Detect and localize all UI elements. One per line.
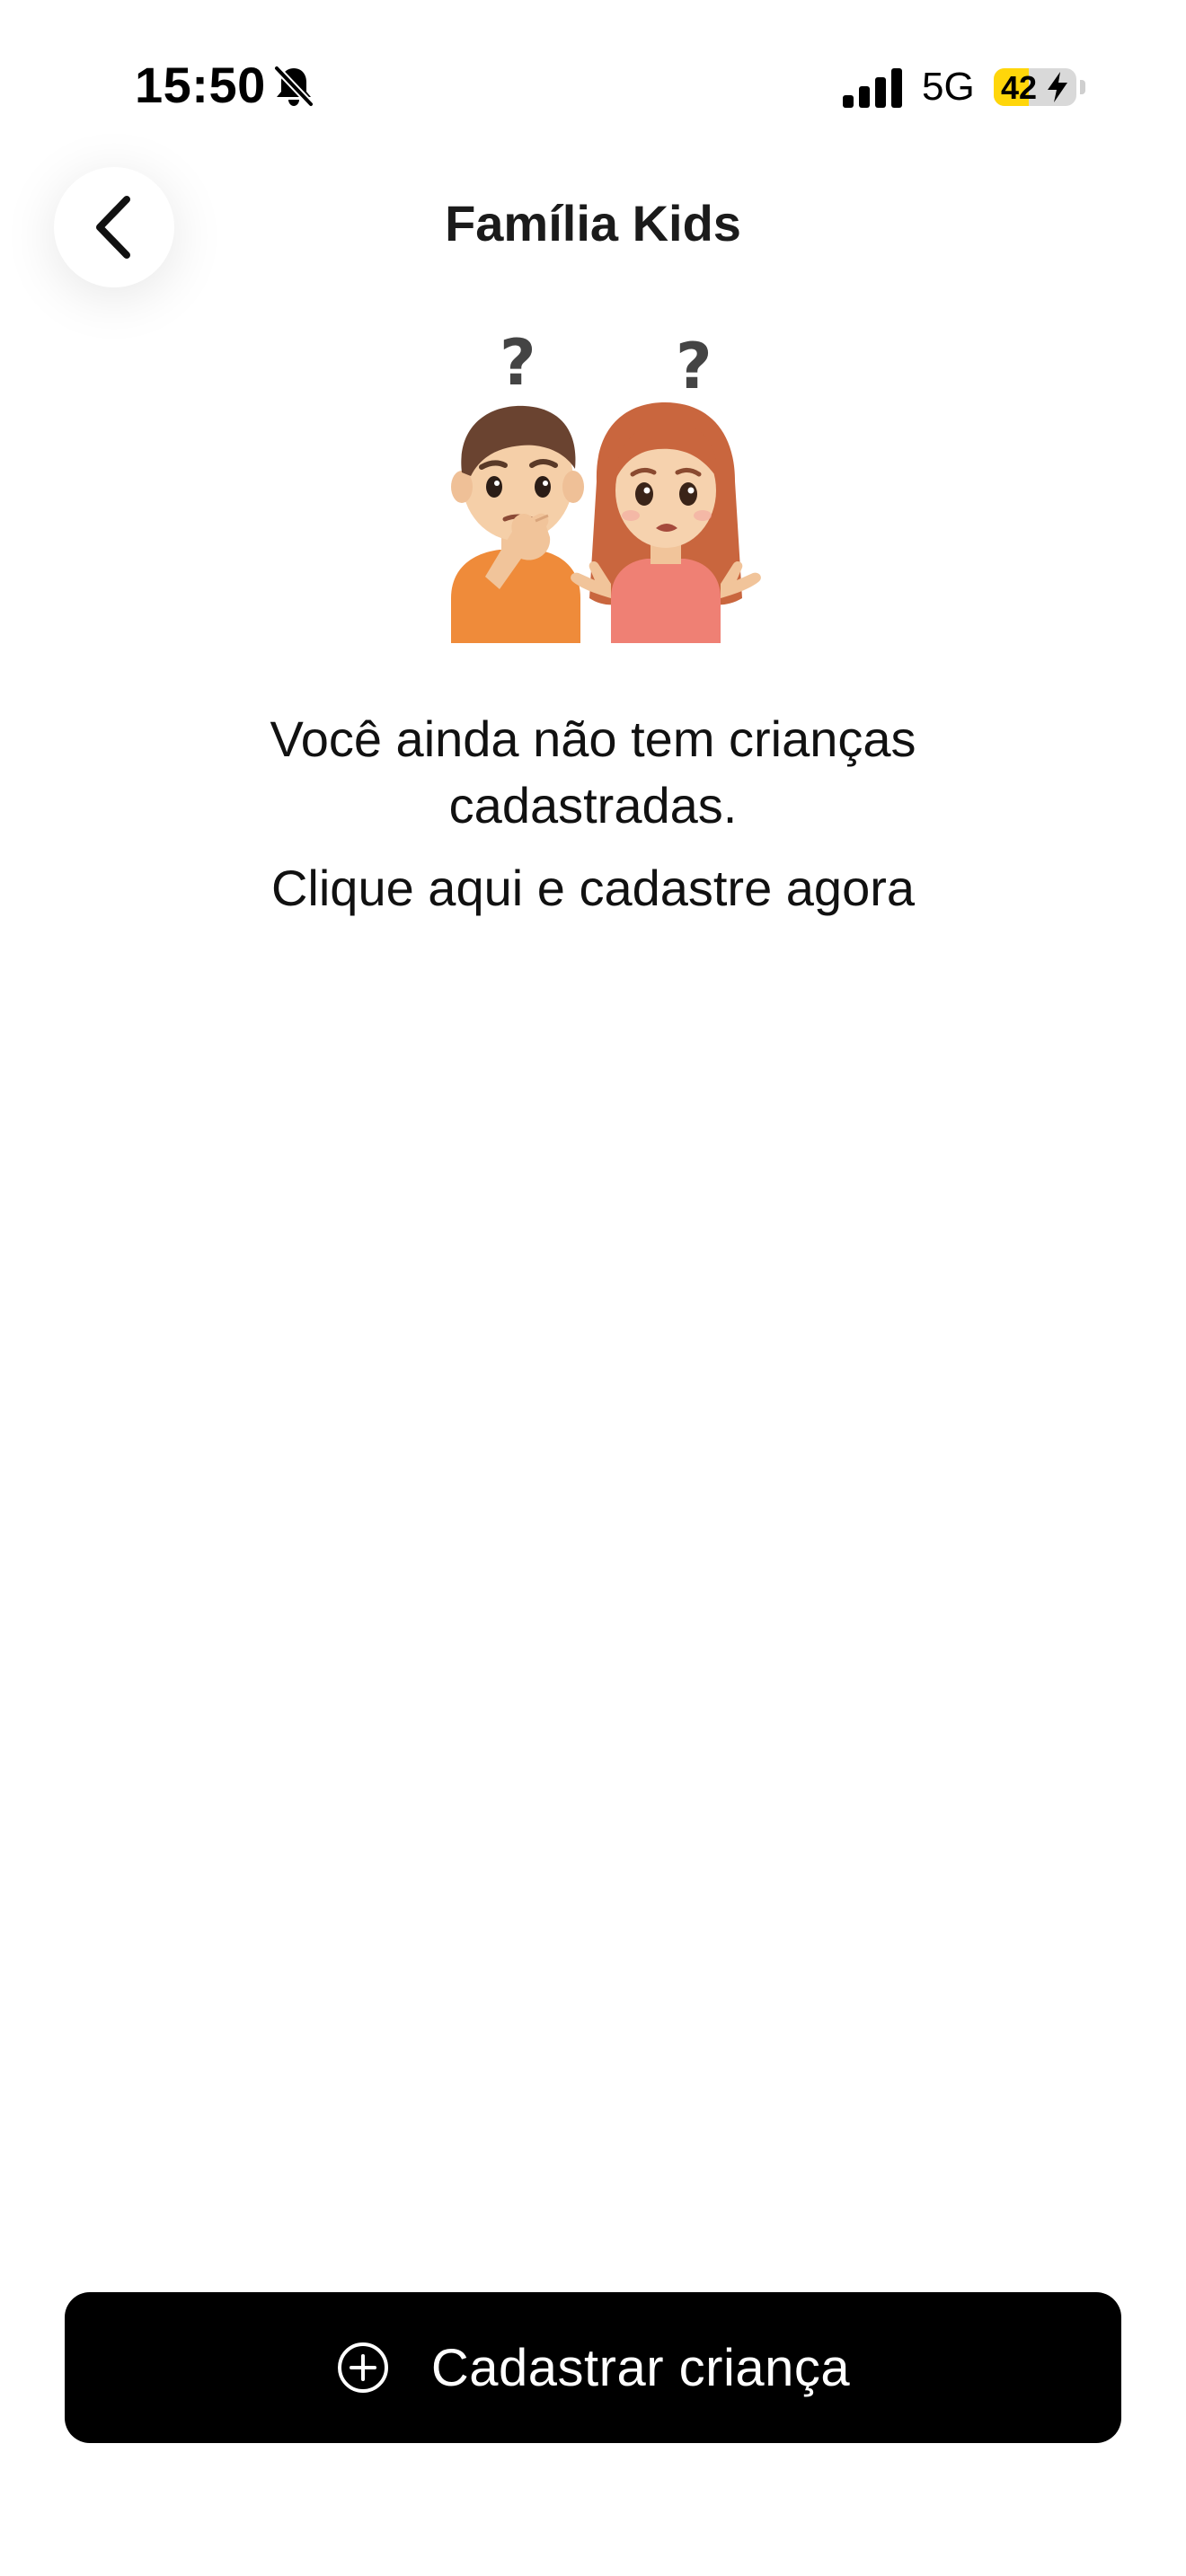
plus-circle-icon (337, 2342, 388, 2393)
battery-tip (1080, 80, 1085, 94)
confused-kids-illustration: ? ? (451, 329, 761, 643)
app-screen: 15:50 5G 42 Família Kids ? ? Você ainda … (0, 0, 1186, 2576)
question-mark-right: ? (676, 330, 712, 403)
cellular-signal-icon (843, 68, 902, 108)
add-child-button[interactable]: Cadastrar criança (65, 2292, 1121, 2443)
status-bar: 15:50 5G 42 (0, 0, 1186, 171)
charging-bolt-icon (1048, 72, 1067, 102)
battery-percentage: 42 (1001, 69, 1038, 106)
question-mark-left: ? (500, 329, 536, 400)
boy-figure (451, 405, 584, 643)
network-type-label: 5G (922, 65, 975, 109)
add-child-button-label: Cadastrar criança (430, 2338, 851, 2397)
status-time: 15:50 (135, 57, 266, 113)
girl-figure (571, 402, 761, 643)
empty-state-message: Você ainda não tem crianças cadastradas. (270, 710, 916, 834)
bell-off-icon (273, 65, 314, 108)
page-title: Família Kids (445, 195, 741, 251)
register-now-link[interactable]: Clique aqui e cadastre agora (144, 855, 1042, 922)
battery-indicator: 42 (994, 68, 1076, 106)
